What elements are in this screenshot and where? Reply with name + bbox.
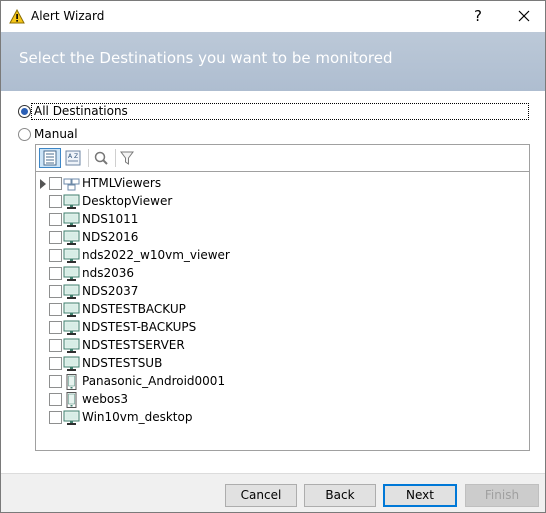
monitor-icon (63, 212, 80, 228)
title-bar: Alert Wizard ? (1, 1, 545, 32)
monitor-icon (63, 410, 80, 426)
tree-item-label: NDS2016 (82, 230, 139, 244)
tree-item-checkbox[interactable] (49, 321, 62, 334)
tree-item[interactable]: DesktopViewer (36, 193, 516, 211)
tree-item[interactable]: webos3 (36, 391, 516, 409)
tree-item-checkbox[interactable] (49, 375, 62, 388)
all-destinations-label[interactable]: All Destinations (34, 104, 128, 118)
wizard-footer: Cancel Back Next Finish (1, 474, 545, 512)
wizard-banner: Select the Destinations you want to be m… (1, 32, 545, 91)
tree-item[interactable]: NDS1011 (36, 211, 516, 229)
tree-item-checkbox[interactable] (49, 393, 62, 406)
monitor-icon (63, 302, 80, 318)
tree-item-checkbox[interactable] (49, 249, 62, 262)
tree-item-checkbox[interactable] (49, 411, 62, 424)
tree-item-checkbox[interactable] (49, 213, 62, 226)
tree-item-checkbox[interactable] (49, 303, 62, 316)
expand-arrow-icon[interactable] (40, 179, 46, 189)
next-button[interactable]: Next (383, 484, 457, 507)
close-icon (518, 10, 530, 22)
manual-radio[interactable] (18, 128, 31, 141)
window-title: Alert Wizard (31, 9, 105, 23)
tree-item-label: Panasonic_Android0001 (82, 374, 226, 388)
banner-heading: Select the Destinations you want to be m… (19, 49, 393, 67)
tree-item[interactable]: Panasonic_Android0001 (36, 373, 516, 391)
filter-icon[interactable] (116, 148, 138, 168)
alert-wizard-window: Alert Wizard ? Select the Destinations y… (0, 0, 546, 513)
tree-item-checkbox[interactable] (49, 339, 62, 352)
tree-item-label: nds2036 (82, 266, 135, 280)
tree-item-label: NDS1011 (82, 212, 139, 226)
tree-item-label: nds2022_w10vm_viewer (82, 248, 230, 262)
tree-item-label: NDSTESTSERVER (82, 338, 185, 352)
back-button[interactable]: Back (304, 484, 376, 507)
list-view-icon[interactable] (39, 148, 61, 168)
finish-button: Finish (465, 484, 539, 507)
tree-item[interactable]: NDSTESTSERVER (36, 337, 516, 355)
tree-item[interactable]: NDSTEST-BACKUPS (36, 319, 516, 337)
tree-item[interactable]: Win10vm_desktop (36, 409, 516, 427)
tree-item[interactable]: NDS2016 (36, 229, 516, 247)
tree-item[interactable]: nds2036 (36, 265, 516, 283)
tree-item[interactable]: NDSTESTBACKUP (36, 301, 516, 319)
tree-item-label: NDSTESTSUB (82, 356, 163, 370)
tree-item-checkbox[interactable] (49, 177, 62, 190)
tree-item[interactable]: NDSTESTSUB (36, 355, 516, 373)
tree-item-label: DesktopViewer (82, 194, 173, 208)
tree-toolbar: A Z (36, 145, 529, 172)
sort-az-icon[interactable]: A Z (62, 148, 84, 168)
all-destinations-radio[interactable] (18, 105, 31, 118)
group-icon (63, 176, 80, 192)
monitor-icon (63, 194, 80, 210)
destination-tree-panel: A Z HTMLViewers DesktopViewer NDS1011 NDS20… (35, 144, 530, 451)
tree-item[interactable]: nds2022_w10vm_viewer (36, 247, 516, 265)
tree-item[interactable]: NDS2037 (36, 283, 516, 301)
monitor-icon (63, 266, 80, 282)
help-button[interactable]: ? (463, 1, 493, 32)
cancel-button[interactable]: Cancel (225, 484, 297, 507)
monitor-icon (63, 356, 80, 372)
tree-item-checkbox[interactable] (49, 285, 62, 298)
tree-item-label: HTMLViewers (82, 176, 162, 190)
monitor-icon (63, 230, 80, 246)
tree-item-checkbox[interactable] (49, 231, 62, 244)
monitor-icon (63, 248, 80, 264)
mobile-icon (63, 392, 80, 408)
warning-icon (9, 8, 25, 25)
close-button[interactable] (507, 1, 541, 32)
manual-label[interactable]: Manual (34, 127, 78, 141)
tree-item-label: NDSTEST-BACKUPS (82, 320, 197, 334)
mobile-icon (63, 374, 80, 390)
tree-item[interactable]: HTMLViewers (36, 175, 516, 193)
toolbar-separator (88, 149, 89, 167)
tree-item-label: NDS2037 (82, 284, 139, 298)
tree-item-label: Win10vm_desktop (82, 410, 193, 424)
monitor-icon (63, 284, 80, 300)
tree-item-label: NDSTESTBACKUP (82, 302, 186, 316)
tree-item-checkbox[interactable] (49, 357, 62, 370)
tree-item-label: webos3 (82, 392, 129, 406)
tree-item-checkbox[interactable] (49, 267, 62, 280)
search-icon[interactable] (90, 148, 112, 168)
svg-text:Z: Z (74, 153, 78, 160)
monitor-icon (63, 338, 80, 354)
monitor-icon (63, 320, 80, 336)
tree-item-checkbox[interactable] (49, 195, 62, 208)
